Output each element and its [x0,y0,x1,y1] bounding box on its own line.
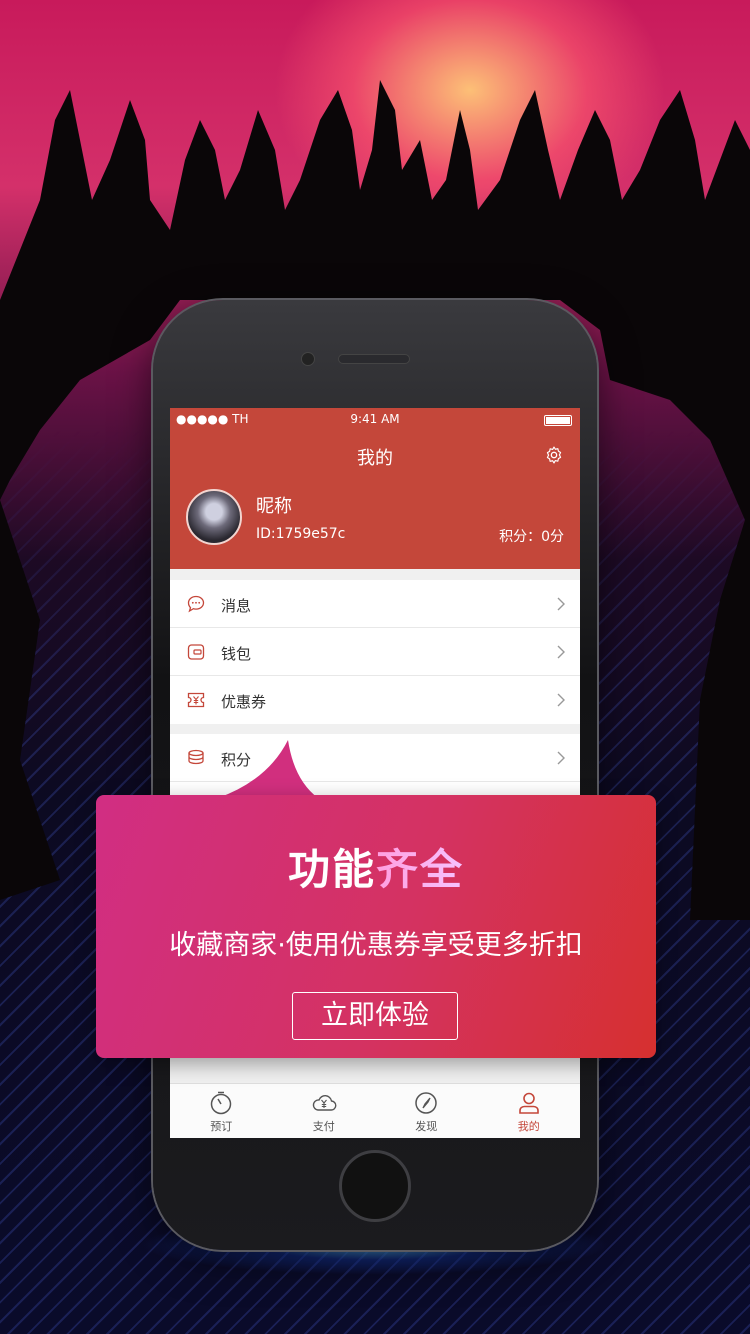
menu-item-label: 优惠券 [221,693,267,711]
menu-item-wallet[interactable]: 钱包 [170,628,580,676]
promo-pointer [218,740,318,798]
wallet-icon [187,644,205,660]
status-time: 9:41 AM [350,412,400,426]
profile-header: ●●●●● TH 9:41 AM 我的 昵称 ID:1759e57c 积分：0分 [170,408,580,569]
phone-camera [301,352,315,366]
tab-booking[interactable]: 预订 [170,1084,273,1138]
phone-speaker [338,354,410,364]
tab-bar: 预订 支付 发现 我的 [170,1083,580,1138]
chevron-right-icon [557,751,565,765]
promo-subtitle: 收藏商家·使用优惠券享受更多折扣 [169,930,583,961]
status-bar: ●●●●● TH 9:41 AM [176,412,574,428]
points-balance: 积分：0分 [499,529,564,545]
tab-discover[interactable]: 发现 [375,1084,478,1138]
menu-group-primary: 消息 钱包 优惠券 [170,580,580,724]
cloud-pay-icon [312,1095,337,1111]
avatar[interactable] [186,489,242,545]
page-title: 我的 [357,448,393,469]
chevron-right-icon [557,645,565,659]
tab-label: 预订 [210,1120,233,1133]
tab-label: 发现 [415,1120,438,1133]
nickname: 昵称 [256,496,292,517]
tab-mine[interactable]: 我的 [478,1084,581,1138]
tab-label: 我的 [517,1120,540,1133]
promo-title-highlight: 齐全 [376,845,465,894]
compass-icon [415,1092,437,1114]
coupon-icon [187,692,205,708]
home-button[interactable] [339,1150,411,1222]
try-now-button[interactable]: 立即体验 [292,992,458,1040]
battery-icon [544,415,572,426]
message-icon [187,595,205,613]
chevron-right-icon [557,597,565,611]
menu-item-coupons[interactable]: 优惠券 [170,676,580,724]
tab-label: 支付 [312,1120,335,1133]
menu-item-label: 钱包 [221,645,252,663]
menu-item-label: 消息 [221,597,252,615]
user-icon [518,1092,539,1114]
promo-title-part1: 功能 [287,845,376,894]
user-id: ID:1759e57c [256,526,346,542]
promo-title: 功能齐全 [96,836,656,897]
points-icon [188,749,204,765]
promo-card: 功能齐全 收藏商家·使用优惠券享受更多折扣 立即体验 [96,795,656,1058]
settings-gear-icon[interactable] [544,445,564,465]
menu-item-messages[interactable]: 消息 [170,580,580,628]
timer-icon [211,1091,232,1115]
tab-pay[interactable]: 支付 [273,1084,376,1138]
chevron-right-icon [557,693,565,707]
